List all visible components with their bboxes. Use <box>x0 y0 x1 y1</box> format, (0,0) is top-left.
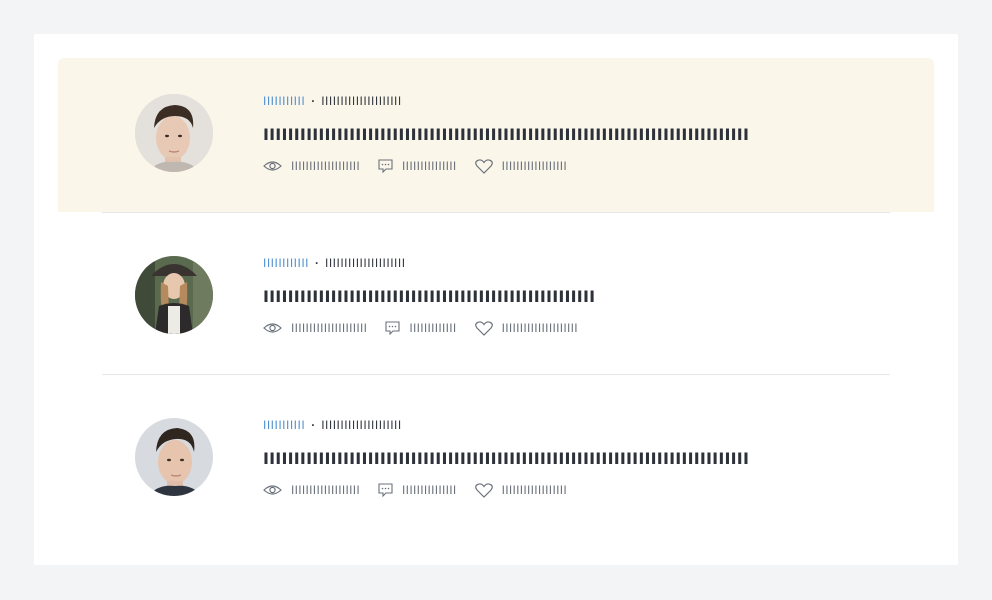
comments-stat[interactable]: IIIIIIIIIIIIIII <box>378 159 457 173</box>
publish-date: IIIIIIIIIIIIIIIIIIIII <box>321 94 402 108</box>
views-stat: IIIIIIIIIIIIIIIIIII <box>263 483 360 497</box>
article-stats: IIIIIIIIIIIIIIIIIIIII IIIIIIIIIIIII IIII… <box>263 320 596 336</box>
author-avatar[interactable] <box>135 94 213 172</box>
article-body: IIIIIIIIIII · IIIIIIIIIIIIIIIIIIIII IIII… <box>263 94 749 174</box>
article-body: IIIIIIIIIIII · IIIIIIIIIIIIIIIIIIIII III… <box>263 256 596 336</box>
comments-stat[interactable]: IIIIIIIIIIIII <box>385 321 456 335</box>
article-meta: IIIIIIIIIII · IIIIIIIIIIIIIIIIIIIII <box>263 418 749 432</box>
author-avatar[interactable] <box>135 256 213 334</box>
article-body: IIIIIIIIIII · IIIIIIIIIIIIIIIIIIIII IIII… <box>263 418 749 498</box>
likes-count: IIIIIIIIIIIIIIIIIIIII <box>501 321 578 335</box>
views-count: IIIIIIIIIIIIIIIIIII <box>291 159 361 173</box>
meta-separator: · <box>311 94 316 108</box>
views-count: IIIIIIIIIIIIIIIIIIIII <box>291 321 368 335</box>
comments-count: IIIIIIIIIIIIIII <box>402 159 457 173</box>
comments-count: IIIIIIIIIIIII <box>409 321 457 335</box>
article-item[interactable]: IIIIIIIIIII · IIIIIIIIIIIIIIIIIIIII IIII… <box>58 58 934 212</box>
likes-stat[interactable]: IIIIIIIIIIIIIIIIII <box>474 482 567 498</box>
article-item[interactable]: IIIIIIIIIII · IIIIIIIIIIIIIIIIIIIII IIII… <box>58 374 934 536</box>
article-stats: IIIIIIIIIIIIIIIIIII IIIIIIIIIIIIIII IIII… <box>263 158 749 174</box>
meta-separator: · <box>315 256 320 270</box>
author-name[interactable]: IIIIIIIIIII <box>263 418 305 432</box>
article-stats: IIIIIIIIIIIIIIIIIII IIIIIIIIIIIIIII IIII… <box>263 482 749 498</box>
article-title[interactable]: IIIIIIIIIIIIIIIIIIIIIIIIIIIIIIIIIIIIIIII… <box>263 125 749 144</box>
heart-icon <box>474 158 493 174</box>
eye-icon <box>263 323 282 333</box>
likes-stat[interactable]: IIIIIIIIIIIIIIIIIIIII <box>474 320 578 336</box>
likes-count: IIIIIIIIIIIIIIIIII <box>501 483 567 497</box>
likes-count: IIIIIIIIIIIIIIIIII <box>501 159 567 173</box>
article-list-panel: IIIIIIIIIII · IIIIIIIIIIIIIIIIIIIII IIII… <box>34 34 958 565</box>
comments-count: IIIIIIIIIIIIIII <box>402 483 457 497</box>
comment-icon <box>385 321 400 335</box>
heart-icon <box>474 320 493 336</box>
eye-icon <box>263 485 282 495</box>
article-item[interactable]: IIIIIIIIIIII · IIIIIIIIIIIIIIIIIIIII III… <box>58 212 934 374</box>
article-list: IIIIIIIIIII · IIIIIIIIIIIIIIIIIIIII IIII… <box>58 58 934 536</box>
likes-stat[interactable]: IIIIIIIIIIIIIIIIII <box>474 158 567 174</box>
author-name[interactable]: IIIIIIIIIII <box>263 94 305 108</box>
author-name[interactable]: IIIIIIIIIIII <box>263 256 309 270</box>
article-meta: IIIIIIIIIII · IIIIIIIIIIIIIIIIIIIII <box>263 94 749 108</box>
article-meta: IIIIIIIIIIII · IIIIIIIIIIIIIIIIIIIII <box>263 256 596 270</box>
publish-date: IIIIIIIIIIIIIIIIIIIII <box>325 256 406 270</box>
author-avatar[interactable] <box>135 418 213 496</box>
views-stat: IIIIIIIIIIIIIIIIIII <box>263 159 360 173</box>
publish-date: IIIIIIIIIIIIIIIIIIIII <box>321 418 402 432</box>
views-count: IIIIIIIIIIIIIIIIIII <box>291 483 361 497</box>
article-title[interactable]: IIIIIIIIIIIIIIIIIIIIIIIIIIIIIIIIIIIIIIII… <box>263 287 596 306</box>
article-title[interactable]: IIIIIIIIIIIIIIIIIIIIIIIIIIIIIIIIIIIIIIII… <box>263 449 749 468</box>
views-stat: IIIIIIIIIIIIIIIIIIIII <box>263 321 367 335</box>
eye-icon <box>263 161 282 171</box>
comment-icon <box>378 483 393 497</box>
heart-icon <box>474 482 493 498</box>
comments-stat[interactable]: IIIIIIIIIIIIIII <box>378 483 457 497</box>
meta-separator: · <box>311 418 316 432</box>
comment-icon <box>378 159 393 173</box>
